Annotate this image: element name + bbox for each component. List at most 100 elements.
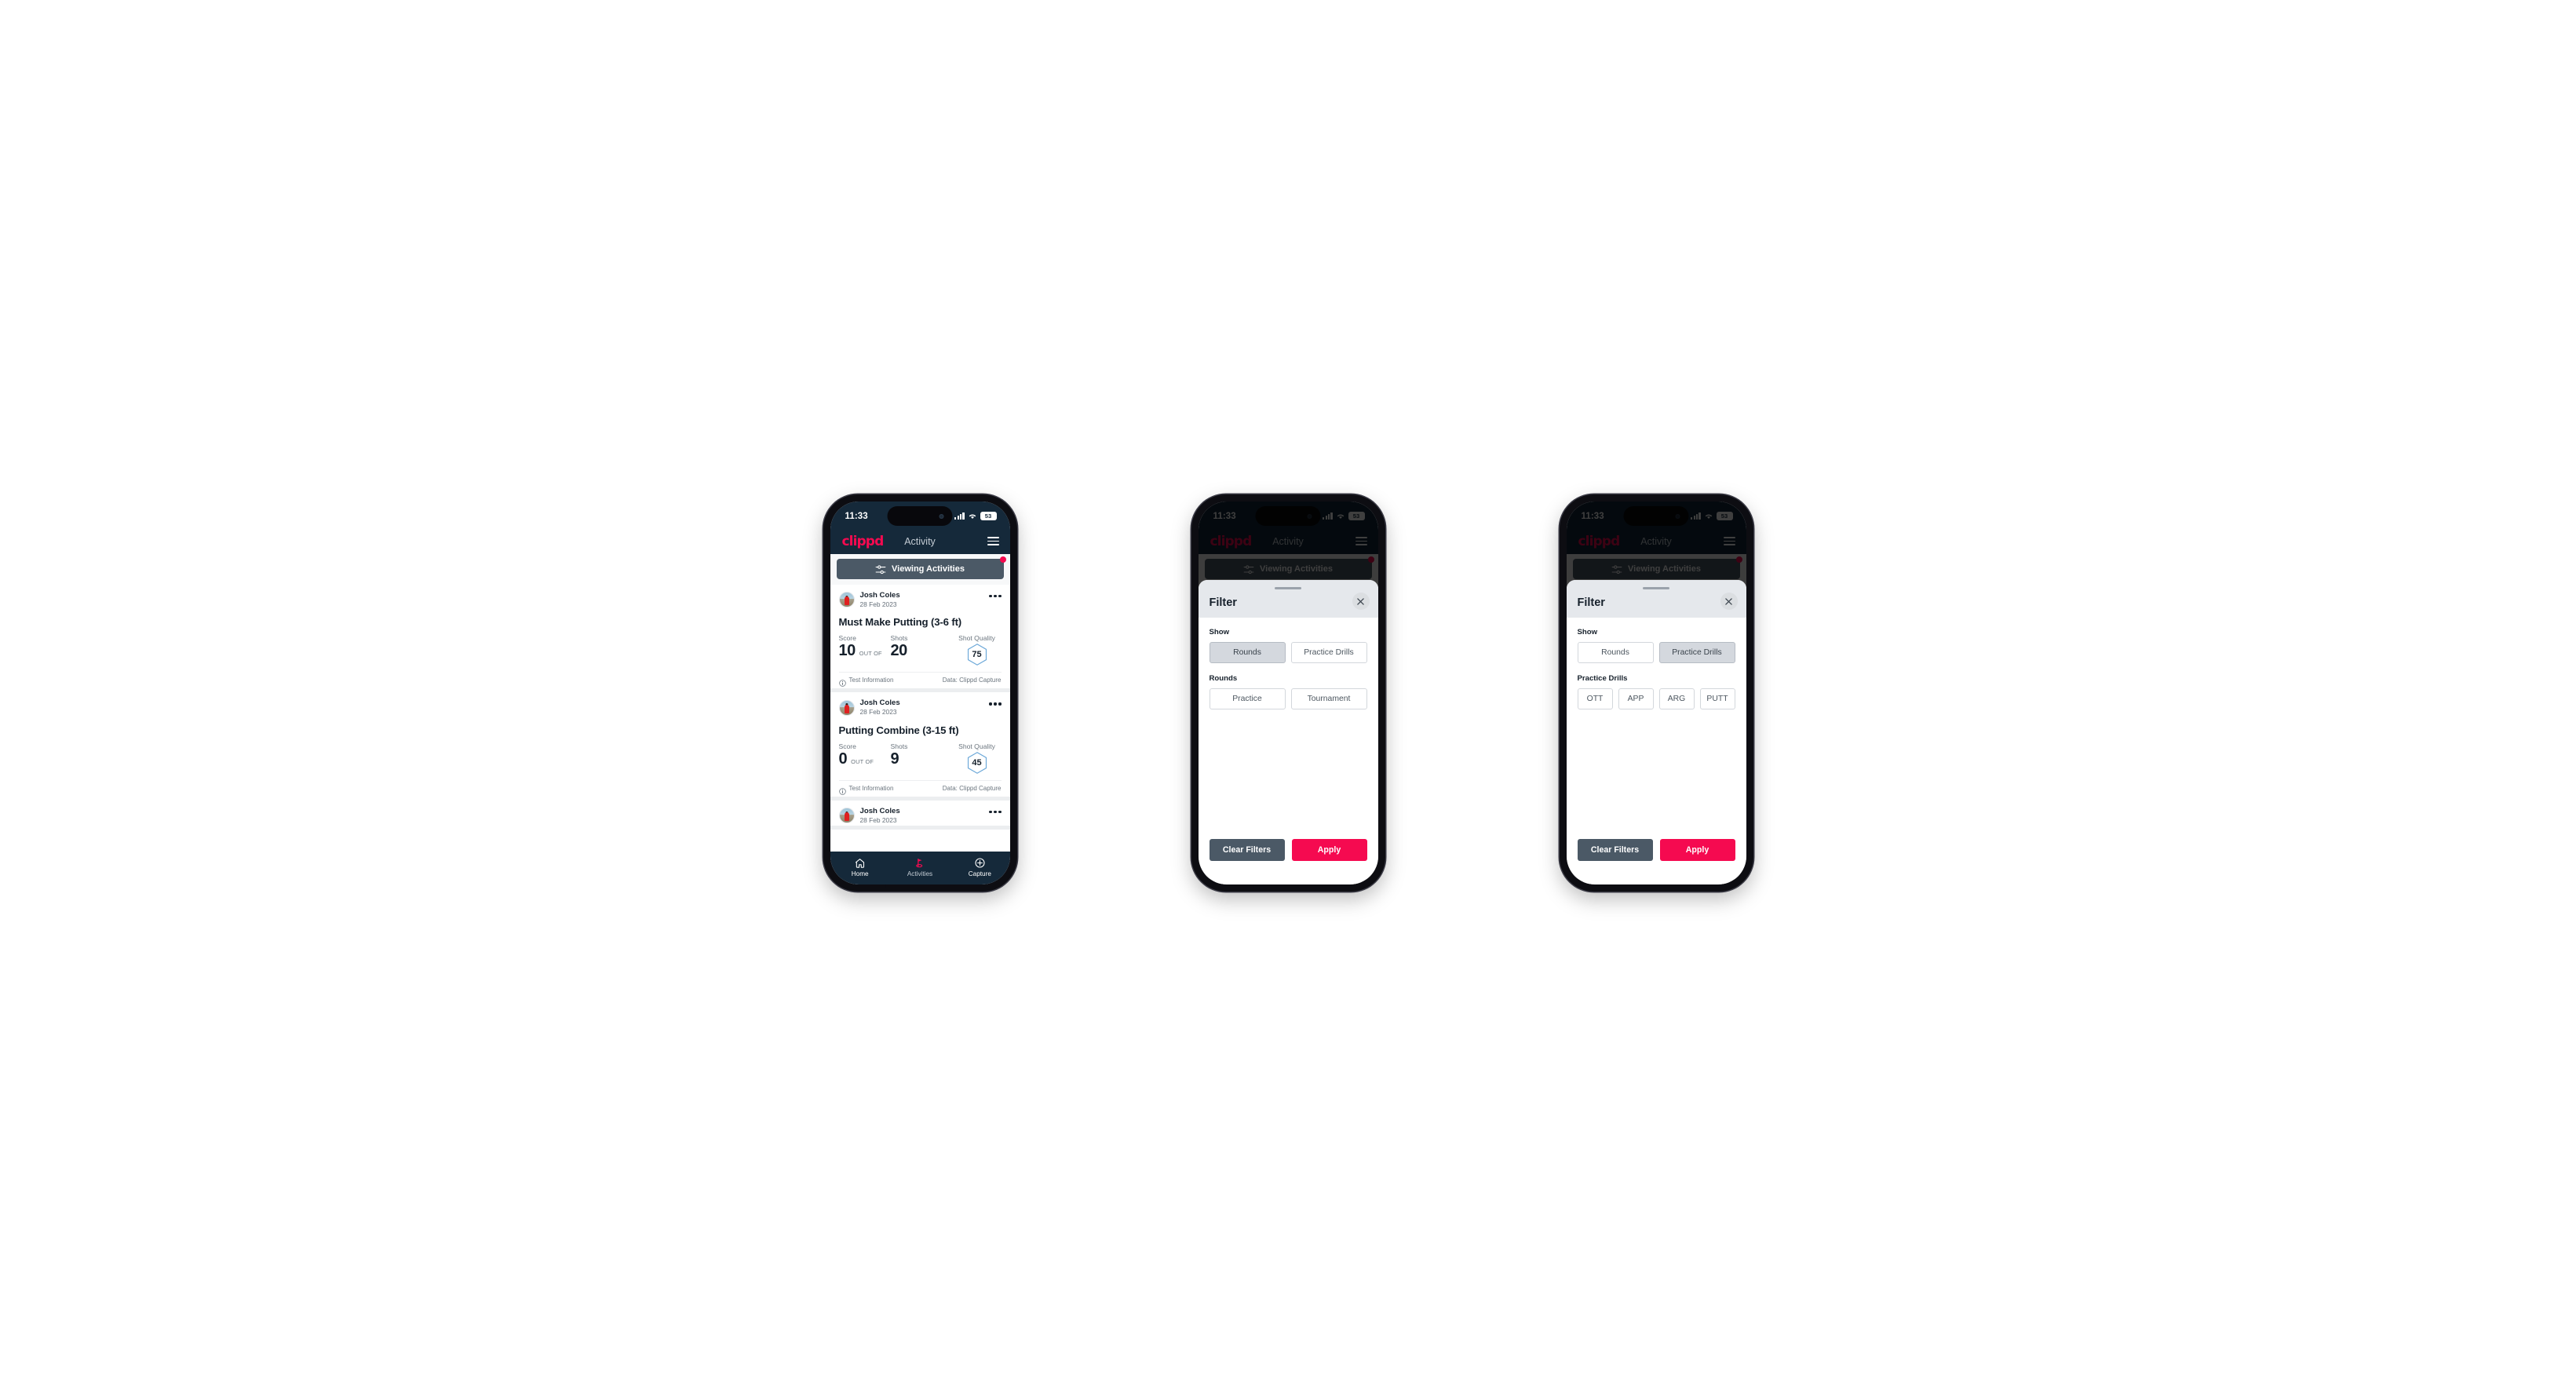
test-information-label[interactable]: Test Information [849, 677, 894, 684]
signal-bars-icon [954, 512, 965, 520]
close-x-icon[interactable] [1720, 593, 1738, 610]
status-bar: 11:33 53 [830, 502, 1010, 528]
filter-sheet-title: Filter [1577, 596, 1605, 610]
drill-option-app[interactable]: APP [1618, 688, 1654, 710]
card-header: Josh Coles 28 Feb 2023 [838, 698, 1002, 717]
card-header: Josh Coles 28 Feb 2023 [838, 806, 1002, 826]
shots-metric: Shots 20 [891, 634, 953, 659]
rounds-option-tournament[interactable]: Tournament [1290, 688, 1367, 710]
practice-drills-group-label: Practice Drills [1577, 674, 1628, 684]
wifi-icon [968, 512, 977, 520]
sheet-drag-handle[interactable] [1275, 587, 1301, 590]
show-option-practice-drills[interactable]: Practice Drills [1290, 642, 1367, 664]
drill-option-ott[interactable]: OTT [1577, 688, 1613, 710]
filter-sheet-header: Filter [1566, 580, 1746, 618]
card-more-options-icon[interactable] [989, 593, 1002, 600]
close-x-icon[interactable] [1352, 593, 1370, 610]
page-title: Activity [904, 535, 936, 547]
notification-dot [999, 556, 1006, 563]
filter-sheet-body: Show Rounds Practice Drills Rounds Pract… [1198, 618, 1378, 839]
shot-quality-badge: 45 [965, 751, 989, 775]
avatar [838, 699, 855, 716]
nav-item-capture[interactable]: Capture [950, 857, 1009, 877]
activity-date: 28 Feb 2023 [859, 708, 897, 717]
nav-label-activities: Activities [907, 870, 933, 877]
activity-card[interactable]: Josh Coles 28 Feb 2023 Putting Combine (… [830, 692, 1010, 801]
filter-bar: Viewing Activities [830, 554, 1010, 585]
plus-circle-icon [974, 857, 986, 869]
activity-date: 28 Feb 2023 [859, 600, 897, 608]
phone-2-screen: 11:33 53 clippd Activity Viewing Activit… [1198, 502, 1378, 884]
activity-card[interactable]: Josh Coles 28 Feb 2023 [830, 800, 1010, 830]
hamburger-menu-icon[interactable] [987, 537, 999, 545]
phone-3-filter-practice-drills: 11:33 53 clippd Activity Viewing Activit… [1559, 494, 1753, 892]
show-option-practice-drills[interactable]: Practice Drills [1658, 642, 1735, 664]
test-information-label[interactable]: Test Information [849, 785, 894, 792]
filter-sheet-title: Filter [1209, 596, 1237, 610]
phone-3-screen: 11:33 53 clippd Activity Viewing Activit… [1566, 502, 1746, 884]
sliders-filter-icon [875, 564, 886, 574]
score-label: Score [838, 742, 856, 750]
author-name: Josh Coles [859, 591, 900, 600]
filter-sheet-header: Filter [1198, 580, 1378, 618]
shot-quality-value: 45 [972, 757, 982, 768]
phone-1-activity-feed: 11:33 53 clippd Activity Viewing Activit… [823, 494, 1017, 892]
show-option-rounds[interactable]: Rounds [1209, 642, 1286, 664]
card-more-options-icon[interactable] [989, 808, 1002, 815]
activity-feed[interactable]: Josh Coles 28 Feb 2023 Must Make Putting… [830, 585, 1010, 852]
shots-value: 20 [890, 642, 908, 660]
viewing-activities-button[interactable]: Viewing Activities [836, 556, 1006, 579]
clippd-logo: clippd [841, 533, 885, 549]
card-more-options-icon[interactable] [989, 700, 1002, 707]
home-indicator [1253, 884, 1323, 888]
filter-sheet: Filter Show Rounds Practice Drills Round… [1198, 580, 1378, 884]
practice-drills-options-group: OTT APP ARG PUTT [1577, 688, 1735, 710]
out-of-label: OUT OF [859, 650, 882, 658]
shots-value: 9 [890, 750, 899, 768]
shot-quality-metric: Shot Quality 75 [953, 634, 1002, 666]
drill-option-putt[interactable]: PUTT [1699, 688, 1735, 710]
shots-label: Shots [890, 742, 908, 750]
nav-item-activities[interactable]: Activities [890, 857, 950, 877]
sheet-drag-handle[interactable] [1643, 587, 1669, 590]
golf-flag-icon [914, 857, 925, 869]
activity-date: 28 Feb 2023 [859, 815, 897, 824]
status-indicators: 53 [954, 512, 997, 520]
apply-button[interactable]: Apply [1659, 839, 1735, 861]
filter-sheet: Filter Show Rounds Practice Drills Pract… [1566, 580, 1746, 884]
card-author-block: Josh Coles 28 Feb 2023 [860, 698, 900, 716]
rounds-option-practice[interactable]: Practice [1209, 688, 1286, 710]
show-group-label: Show [1209, 628, 1230, 637]
filter-sheet-body: Show Rounds Practice Drills Practice Dri… [1566, 618, 1746, 839]
activity-card[interactable]: Josh Coles 28 Feb 2023 Must Make Putting… [830, 585, 1010, 693]
clear-filters-button[interactable]: Clear Filters [1209, 839, 1285, 861]
nav-label-capture: Capture [968, 870, 991, 877]
card-footer: Test Information Data: Clippd Capture [838, 779, 1002, 797]
shots-label: Shots [890, 634, 908, 643]
nav-label-home: Home [851, 870, 869, 877]
screenshot-stage: 11:33 53 clippd Activity Viewing Activit… [0, 0, 2576, 1386]
nav-item-home[interactable]: Home [830, 857, 890, 877]
score-label: Score [838, 634, 856, 643]
viewing-activities-label: Viewing Activities [892, 564, 965, 574]
home-indicator [885, 884, 954, 888]
shot-quality-metric: Shot Quality 45 [953, 742, 1002, 775]
home-icon [854, 857, 866, 869]
activity-title: Must Make Putting (3-6 ft) [838, 616, 962, 629]
drill-option-arg[interactable]: ARG [1658, 688, 1695, 710]
apply-button[interactable]: Apply [1291, 839, 1367, 861]
phone-1-screen: 11:33 53 clippd Activity Viewing Activit… [830, 502, 1010, 884]
card-header: Josh Coles 28 Feb 2023 [838, 591, 1002, 610]
filter-sheet-footer: Clear Filters Apply [1199, 839, 1378, 884]
card-footer: Test Information Data: Clippd Capture [838, 672, 1002, 688]
front-camera-icon [939, 513, 944, 519]
phone-2-filter-rounds: 11:33 53 clippd Activity Viewing Activit… [1191, 494, 1385, 892]
status-time: 11:33 [845, 511, 868, 521]
show-option-rounds[interactable]: Rounds [1577, 642, 1654, 664]
author-name: Josh Coles [859, 806, 900, 815]
author-name: Josh Coles [859, 698, 900, 708]
avatar [838, 808, 855, 824]
shot-quality-label: Shot Quality [958, 742, 995, 750]
data-source-label: Data: Clippd Capture [942, 784, 1002, 792]
clear-filters-button[interactable]: Clear Filters [1577, 839, 1653, 861]
